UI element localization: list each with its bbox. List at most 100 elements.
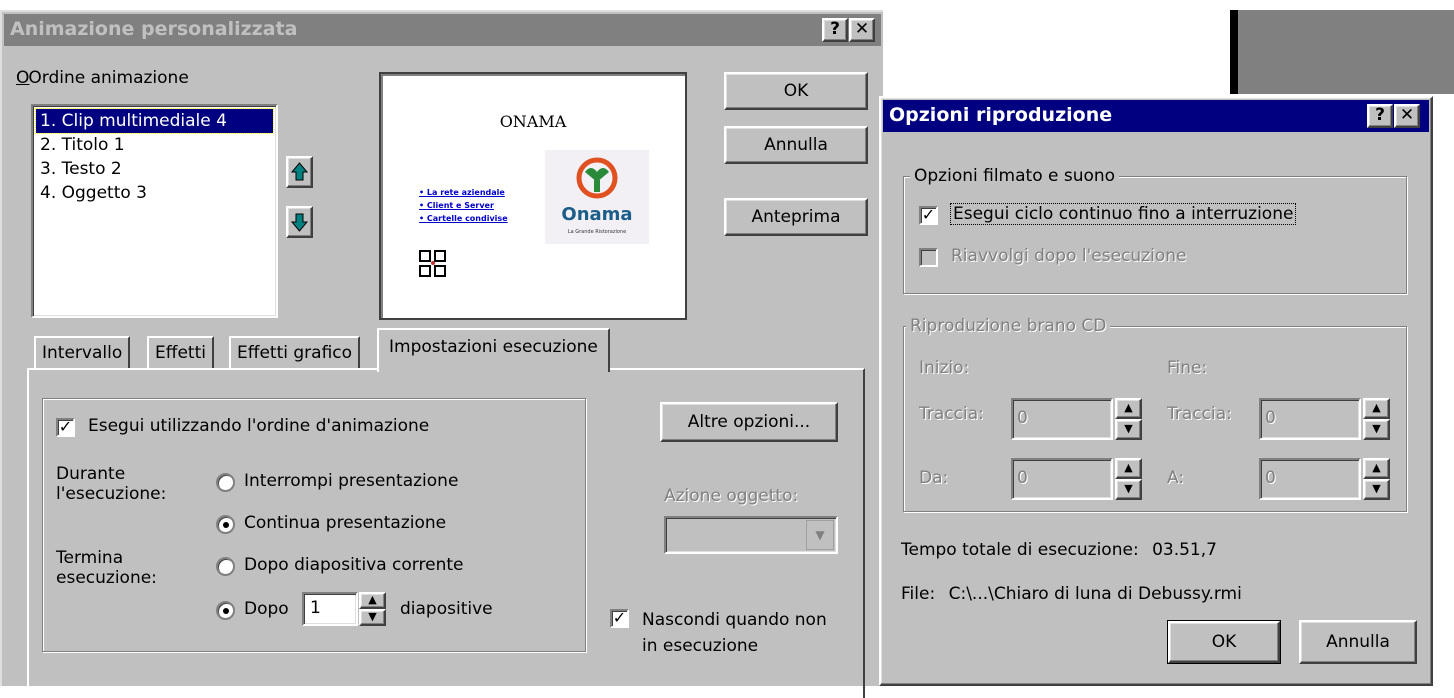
ok-button-face: OK <box>1168 621 1280 663</box>
radio-after-slides[interactable] <box>216 601 235 620</box>
play-options-ok-button[interactable]: OK <box>1167 620 1281 664</box>
cancel-button[interactable]: Annulla <box>724 126 868 164</box>
end-to-spinner[interactable]: ▲ ▼ <box>1363 458 1390 500</box>
tab-effetti-grafico[interactable]: Effetti grafico <box>229 336 361 370</box>
preview-slide-title: ONAMA <box>499 112 567 131</box>
onama-logo-text: Onama <box>561 204 633 225</box>
radio-selected-dot <box>223 608 229 614</box>
spin-up-button[interactable]: ▲ <box>359 592 386 609</box>
file-label: File: <box>901 584 936 604</box>
hide-label-line: Nascondi quando non <box>642 610 827 630</box>
spin-down-button[interactable]: ▼ <box>1115 479 1142 500</box>
preview-bullet-text: Client e Server <box>426 201 494 210</box>
start-from-input[interactable]: 0 <box>1011 458 1113 500</box>
play-options-title: Opzioni riproduzione <box>889 104 1113 126</box>
end-to-input[interactable]: 0 <box>1259 458 1361 500</box>
move-down-button[interactable] <box>286 206 313 238</box>
close-icon[interactable]: ✕ <box>849 18 875 42</box>
hide-when-not-playing-checkbox[interactable]: ✓ <box>610 609 629 628</box>
radio-continue-label: Continua presentazione <box>244 513 447 533</box>
help-button[interactable]: ? <box>822 18 848 42</box>
play-using-order-label: Esegui utilizzando l'ordine d'animazione <box>88 416 430 436</box>
spin-down-button[interactable]: ▼ <box>1363 419 1390 440</box>
spin-up-button[interactable]: ▲ <box>1363 458 1390 479</box>
spin-up-button[interactable]: ▲ <box>1363 398 1390 419</box>
spin-up-button[interactable]: ▲ <box>1115 458 1142 479</box>
object-action-label: Azione oggetto: <box>664 486 799 506</box>
play-options-dialog: Opzioni riproduzione ? ✕ Opzioni filmato… <box>879 96 1433 686</box>
onama-logo-tagline: La Grande Ristorazione <box>567 229 627 235</box>
end-track-label: Traccia: <box>1167 404 1232 424</box>
tab-impostazioni-esecuzione[interactable]: Impostazioni esecuzione <box>377 328 610 372</box>
help-button[interactable]: ? <box>1367 104 1393 128</box>
start-track-label: Traccia: <box>919 404 984 424</box>
preview-bullet: • Client e Server <box>419 201 494 210</box>
spin-down-button[interactable]: ▼ <box>359 609 386 626</box>
custom-animation-dialog: Animazione personalizzata ? ✕ OOrdine an… <box>0 10 883 698</box>
preview-button[interactable]: Anteprima <box>724 198 868 236</box>
play-options-cancel-button[interactable]: Annulla <box>1299 620 1417 664</box>
animation-order-label-text: Ordine animazione <box>28 68 189 88</box>
movie-sound-group: Opzioni filmato e suono <box>903 166 1407 294</box>
radio-continue-presentation[interactable] <box>216 515 235 534</box>
list-item[interactable]: 4. Oggetto 3 <box>36 181 273 205</box>
custom-animation-titlebar[interactable]: Animazione personalizzata <box>4 14 881 46</box>
spin-down-button[interactable]: ▼ <box>1115 419 1142 440</box>
hide-label-line: in esecuzione <box>642 636 759 656</box>
background-window <box>1230 10 1454 94</box>
animation-order-list[interactable]: 1. Clip multimediale 4 2. Titolo 1 3. Te… <box>31 104 278 318</box>
preview-bullet-text: La rete aziendale <box>426 188 505 197</box>
to-label: A: <box>1167 468 1185 488</box>
close-icon[interactable]: ✕ <box>1394 104 1420 128</box>
stop-label-line: esecuzione: <box>56 568 157 588</box>
preview-bullet: • La rete aziendale <box>419 188 505 197</box>
loop-until-stopped-checkbox[interactable]: ✓ <box>919 206 938 225</box>
media-clip-icon <box>419 250 446 277</box>
radio-pause-label: Interrompi presentazione <box>244 471 459 491</box>
chevron-down-icon[interactable]: ▼ <box>806 520 834 550</box>
after-slides-spinner[interactable]: ▲ ▼ <box>359 592 386 626</box>
radio-after-current-slide[interactable] <box>216 557 235 576</box>
from-label: Da: <box>919 468 949 488</box>
cd-track-group-title: Riproduzione brano CD <box>906 316 1111 336</box>
during-label-line: l'esecuzione: <box>56 484 167 504</box>
play-options-titlebar[interactable]: Opzioni riproduzione <box>883 100 1429 132</box>
radio-selected-dot <box>223 522 229 528</box>
movie-sound-group-title: Opzioni filmato e suono <box>910 166 1120 186</box>
slide-preview: ONAMA • La rete aziendale • Client e Ser… <box>379 72 687 320</box>
radio-pause-presentation[interactable] <box>216 473 235 492</box>
onama-logo-icon <box>576 157 618 199</box>
radio-after-label: Dopo <box>244 599 289 619</box>
play-using-order-checkbox[interactable]: ✓ <box>56 418 75 437</box>
start-from-spinner[interactable]: ▲ ▼ <box>1115 458 1142 500</box>
radio-after-current-label: Dopo diapositiva corrente <box>244 555 464 575</box>
during-label-line: Durante <box>56 464 126 484</box>
start-track-input[interactable]: 0 <box>1011 398 1113 440</box>
file-value: C:\...\Chiaro di luna di Debussy.rmi <box>948 584 1242 604</box>
end-label: Fine: <box>1167 358 1208 378</box>
tab-effetti[interactable]: Effetti <box>147 336 214 370</box>
list-item[interactable]: 3. Testo 2 <box>36 157 273 181</box>
tab-intervallo[interactable]: Intervallo <box>34 336 131 370</box>
spin-up-button[interactable]: ▲ <box>1115 398 1142 419</box>
list-item[interactable]: 2. Titolo 1 <box>36 133 273 157</box>
during-label: Durante l'esecuzione: <box>56 464 166 504</box>
after-slides-input[interactable]: 1 <box>302 592 358 626</box>
list-item[interactable]: 1. Clip multimediale 4 <box>35 108 274 134</box>
arrow-up-icon <box>290 162 309 181</box>
start-track-spinner[interactable]: ▲ ▼ <box>1115 398 1142 440</box>
object-action-select[interactable]: ▼ <box>664 516 838 554</box>
more-options-button[interactable]: Altre opzioni... <box>660 402 838 442</box>
after-slides-suffix: diapositive <box>400 599 493 619</box>
move-up-button[interactable] <box>286 156 313 188</box>
animation-order-label: OOrdine animazione <box>16 68 189 88</box>
arrow-down-icon <box>290 213 309 232</box>
loop-until-stopped-label: Esegui ciclo continuo fino a interruzion… <box>949 203 1297 225</box>
rewind-after-playing-checkbox[interactable] <box>919 248 938 267</box>
end-track-input[interactable]: 0 <box>1259 398 1361 440</box>
total-time-label: Tempo totale di esecuzione: <box>901 540 1139 560</box>
spin-down-button[interactable]: ▼ <box>1363 479 1390 500</box>
preview-bullets: • La rete aziendale • Client e Server • … <box>419 186 508 225</box>
end-track-spinner[interactable]: ▲ ▼ <box>1363 398 1390 440</box>
ok-button[interactable]: OK <box>724 72 868 110</box>
